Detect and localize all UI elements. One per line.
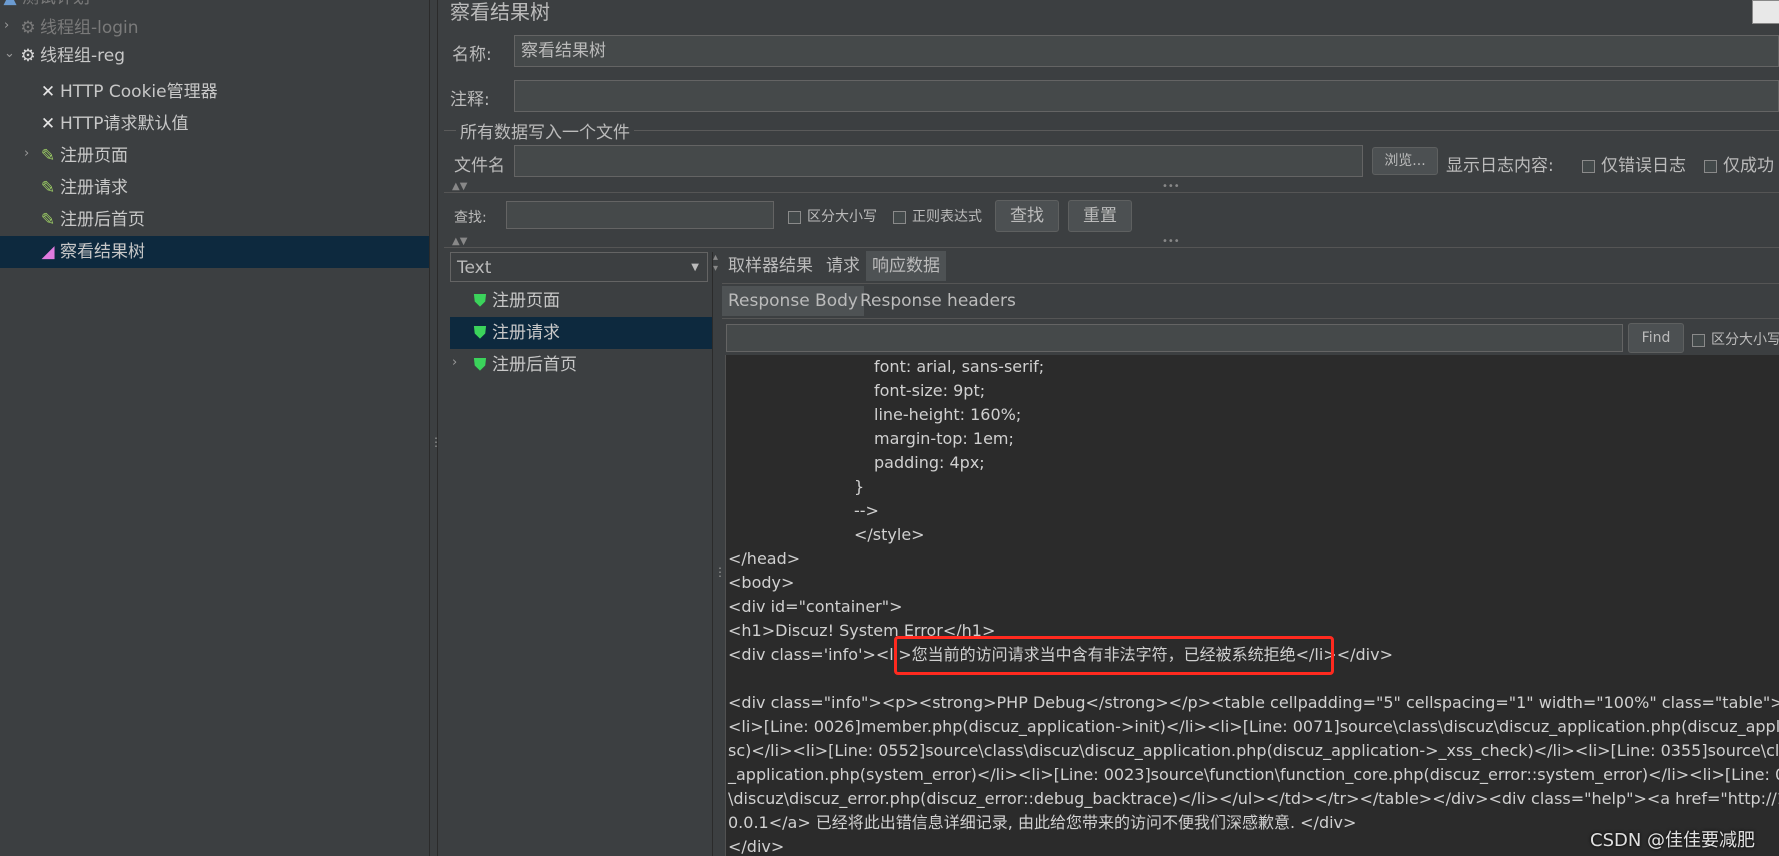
tree-splitter[interactable]: ⋮: [429, 0, 442, 856]
tree-item-cookie-manager[interactable]: ✕ HTTP Cookie管理器: [38, 76, 218, 108]
code-line: -->: [854, 501, 879, 520]
log-content-label: 显示日志内容:: [1446, 156, 1554, 176]
panel-title: 察看结果树: [450, 0, 550, 24]
tab-response-body[interactable]: Response Body: [722, 286, 864, 316]
tree-item-view-results-tree[interactable]: ◢ 察看结果树: [0, 236, 429, 268]
only-success-checkbox[interactable]: [1704, 159, 1717, 173]
code-line: _application.php(system_error)</li><li>[…: [728, 765, 1779, 784]
code-line: <div class="info"><p><strong>PHP Debug</…: [728, 693, 1779, 712]
splitter-grip-icon: ⋮: [714, 565, 726, 579]
search-label: 查找:: [454, 210, 487, 226]
divider: [722, 283, 1779, 284]
find-button[interactable]: 查找: [995, 200, 1059, 232]
file-group-title: 所有数据写入一个文件: [456, 118, 634, 143]
collapse-arrow-icon[interactable]: ⌄: [4, 46, 15, 61]
divider: [722, 318, 1779, 319]
tree-item-thread-group-reg[interactable]: ⚙ 线程组-reg: [18, 40, 125, 72]
tree-item-http-defaults[interactable]: ✕ HTTP请求默认值: [38, 108, 189, 140]
gear-icon: ⚙: [20, 46, 36, 66]
result-item-register-request[interactable]: ⛊ 注册请求: [450, 317, 712, 349]
code-line: }: [854, 477, 865, 496]
tab-sampler-result[interactable]: 取样器结果: [722, 251, 819, 281]
body-search-input[interactable]: [726, 324, 1623, 352]
test-plan-icon: ▲: [0, 0, 20, 14]
result-item-home-after-register[interactable]: ⛊ 注册后首页: [470, 349, 577, 381]
results-splitter[interactable]: ▴ ▾ ⋮: [712, 252, 726, 856]
code-line: </head>: [728, 549, 801, 568]
reset-button[interactable]: 重置: [1068, 200, 1132, 232]
collapse-up-down-icon[interactable]: ▲▼: [452, 181, 467, 192]
file-name-field[interactable]: [514, 145, 1363, 177]
panel-corner-icon[interactable]: [1752, 0, 1779, 24]
code-line: font: arial, sans-serif;: [874, 357, 1045, 376]
divider-grip-icon[interactable]: •••: [1162, 236, 1180, 247]
expand-arrow-icon[interactable]: ›: [452, 355, 457, 370]
expand-arrow-icon[interactable]: ›: [4, 18, 9, 33]
browse-button[interactable]: 浏览...: [1372, 147, 1438, 175]
case-sensitive-checkbox[interactable]: [788, 210, 801, 224]
body-case-sensitive-checkbox[interactable]: [1692, 333, 1705, 347]
name-label: 名称:: [452, 45, 492, 65]
divider: [444, 192, 1779, 193]
code-line: <div id="container">: [728, 597, 903, 616]
pipette-icon: ✎: [40, 146, 56, 166]
result-item-register-page[interactable]: ⛊ 注册页面: [470, 285, 560, 317]
code-line: <body>: [728, 573, 795, 592]
success-shield-icon: ⛊: [473, 323, 487, 343]
wrench-icon: ✕: [40, 82, 56, 102]
tab-request[interactable]: 请求: [820, 251, 866, 281]
code-line: </div>: [728, 837, 785, 856]
tree-item-register-page[interactable]: ✎ 注册页面: [38, 140, 128, 172]
code-line: <li>[Line: 0026]member.php(discuz_applic…: [728, 717, 1779, 736]
tree-item-home-after-register[interactable]: ✎ 注册后首页: [38, 204, 145, 236]
pipette-icon: ✎: [40, 210, 56, 230]
only-errors-checkbox[interactable]: [1582, 159, 1595, 173]
code-line: 0.0.1</a> 已经将此出错信息详细记录, 由此给您带来的访问不便我们深感歉…: [728, 813, 1357, 832]
comment-label: 注释:: [450, 90, 490, 110]
only-errors-option[interactable]: 仅错误日志: [1582, 151, 1686, 176]
pipette-icon: ✎: [40, 178, 56, 198]
code-line: line-height: 160%;: [874, 405, 1022, 424]
code-line: \discuz\discuz_error.php(discuz_error::d…: [728, 789, 1779, 808]
collapse-left-right-icon: ▴ ▾: [713, 252, 719, 274]
wrench-icon: ✕: [40, 114, 56, 134]
tab-response-headers[interactable]: Response headers: [854, 286, 1022, 316]
code-line: padding: 4px;: [874, 453, 985, 472]
response-body-text[interactable]: font: arial, sans-serif; font-size: 9pt;…: [725, 355, 1779, 856]
file-name-label: 文件名: [454, 156, 505, 176]
success-shield-icon: ⛊: [473, 355, 487, 375]
expand-arrow-icon[interactable]: ›: [24, 146, 29, 161]
code-line: margin-top: 1em;: [874, 429, 1014, 448]
collapse-up-down-icon[interactable]: ▲▼: [452, 236, 467, 247]
code-line: sc)</li><li>[Line: 0552]source\class\dis…: [728, 741, 1779, 760]
regex-option[interactable]: 正则表达式: [893, 206, 982, 226]
regex-checkbox[interactable]: [893, 210, 906, 224]
name-field[interactable]: 察看结果树: [514, 35, 1779, 67]
case-sensitive-option[interactable]: 区分大小写: [788, 206, 877, 226]
only-success-option[interactable]: 仅成功: [1704, 151, 1774, 176]
chevron-down-icon: ▼: [691, 262, 699, 273]
watermark: CSDN @佳佳要减肥: [1590, 830, 1756, 851]
body-find-button[interactable]: Find: [1628, 323, 1684, 353]
tab-response-data[interactable]: 响应数据: [866, 251, 946, 281]
comment-field[interactable]: [514, 80, 1779, 112]
tree-item-register-request[interactable]: ✎ 注册请求: [38, 172, 128, 204]
search-input[interactable]: [506, 201, 774, 229]
splitter-grip-icon: ⋮: [430, 435, 442, 449]
error-message-highlight: [894, 636, 1334, 675]
test-plan-tree: ▲测试计划 › ⚙线程组-login ⌄ ⚙线程组-reg ✕HTTP Cook…: [0, 0, 429, 856]
divider: [444, 247, 1779, 248]
renderer-select[interactable]: Text ▼: [450, 252, 708, 282]
divider-grip-icon[interactable]: •••: [1162, 181, 1180, 192]
code-line: font-size: 9pt;: [874, 381, 986, 400]
code-line: </style>: [854, 525, 925, 544]
body-case-sensitive-option[interactable]: 区分大小写: [1692, 329, 1779, 349]
chart-icon: ◢: [41, 242, 55, 262]
success-shield-icon: ⛊: [473, 291, 487, 311]
